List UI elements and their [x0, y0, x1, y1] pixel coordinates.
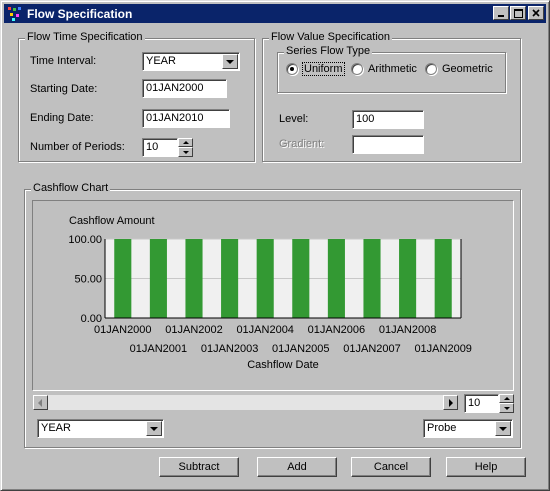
radio-uniform[interactable]: Uniform: [286, 62, 345, 76]
bar: [327, 239, 345, 318]
time-interval-value: YEAR: [146, 55, 176, 67]
cashflow-chart-legend: Cashflow Chart: [31, 182, 111, 194]
flow-value-specification-legend: Flow Value Specification: [269, 31, 393, 43]
app-icon: [8, 6, 21, 21]
level-field[interactable]: 100: [352, 110, 424, 129]
title-bar[interactable]: Flow Specification: [4, 4, 546, 23]
chart-mode-value: Probe: [427, 422, 457, 434]
x-tick-label: 01JAN2002: [165, 324, 223, 336]
periods-decrement-button[interactable]: [178, 147, 193, 157]
scroll-right-arrow-icon[interactable]: [443, 395, 458, 410]
zoom-decrement-button[interactable]: [499, 403, 514, 413]
radio-arithmetic-indicator[interactable]: [351, 63, 363, 75]
time-interval-select[interactable]: YEAR: [142, 52, 240, 71]
ending-date-label: Ending Date:: [30, 112, 94, 124]
scroll-left-arrow-icon[interactable]: [33, 395, 48, 410]
window-title: Flow Specification: [27, 6, 133, 21]
x-tick-label: 01JAN2000: [94, 324, 152, 336]
chart-interval-select[interactable]: YEAR: [37, 419, 164, 438]
radio-arithmetic-label: Arithmetic: [368, 63, 417, 75]
chart-zoom-stepper[interactable]: 10: [464, 394, 514, 413]
x-tick-label: 01JAN2004: [236, 324, 294, 336]
add-button[interactable]: Add: [257, 457, 337, 477]
radio-uniform-indicator[interactable]: [286, 63, 298, 75]
ending-date-field[interactable]: 01JAN2010: [142, 109, 230, 128]
number-of-periods-stepper[interactable]: 10: [142, 138, 193, 157]
cancel-button[interactable]: Cancel: [351, 457, 431, 477]
periods-increment-button[interactable]: [178, 138, 193, 147]
x-tick-label: 01JAN2008: [379, 324, 437, 336]
level-label: Level:: [279, 113, 309, 125]
starting-date-label: Starting Date:: [30, 83, 98, 95]
x-tick-label: 01JAN2006: [308, 324, 366, 336]
x-tick-label: 01JAN2003: [201, 343, 259, 355]
radio-geometric[interactable]: Geometric: [425, 63, 493, 75]
minimize-icon: [498, 15, 504, 17]
maximize-icon: [513, 8, 523, 18]
radio-geometric-label: Geometric: [442, 63, 493, 75]
series-flow-type-legend: Series Flow Type: [284, 45, 373, 57]
chart-horizontal-scrollbar[interactable]: [32, 394, 459, 411]
x-axis-label: Cashflow Date: [247, 359, 319, 371]
y-axis-label: Cashflow Amount: [69, 215, 155, 227]
chart-zoom-field[interactable]: 10: [464, 394, 499, 413]
radio-uniform-label: Uniform: [302, 62, 345, 76]
bar: [399, 239, 417, 318]
x-tick-label: 01JAN2009: [414, 343, 472, 355]
subtract-button[interactable]: Subtract: [159, 457, 239, 477]
flow-time-specification-legend: Flow Time Specification: [25, 31, 145, 43]
bar: [434, 239, 452, 318]
close-icon: [532, 9, 540, 17]
window-controls: [492, 6, 544, 20]
cashflow-chart-panel[interactable]: Cashflow Amount 0.00 50.00 100.00 01JAN2000 0…: [32, 200, 514, 391]
flow-specification-window: Flow Specification Flow Time Specificati…: [0, 0, 550, 491]
chart-interval-value: YEAR: [41, 422, 71, 434]
maximize-button[interactable]: [510, 6, 526, 20]
radio-arithmetic[interactable]: Arithmetic: [351, 63, 417, 75]
starting-date-field[interactable]: 01JAN2000: [142, 79, 227, 98]
zoom-spin-buttons: [499, 394, 514, 413]
gradient-field: [352, 135, 424, 154]
bar: [114, 239, 132, 318]
radio-geometric-indicator[interactable]: [425, 63, 437, 75]
chevron-down-icon[interactable]: [495, 421, 511, 436]
chevron-down-icon[interactable]: [222, 54, 238, 69]
gradient-label: Gradient:: [279, 138, 325, 150]
minimize-button[interactable]: [493, 6, 509, 20]
number-of-periods-field[interactable]: 10: [142, 138, 178, 157]
close-button[interactable]: [528, 6, 544, 20]
time-interval-label: Time Interval:: [30, 55, 97, 67]
zoom-increment-button[interactable]: [499, 394, 514, 403]
y-tick-label: 100.00: [68, 234, 102, 246]
chevron-down-icon[interactable]: [146, 421, 162, 436]
periods-spin-buttons: [178, 138, 193, 157]
bar: [221, 239, 239, 318]
bar: [292, 239, 310, 318]
cashflow-bar-chart[interactable]: Cashflow Amount0.0050.00100.0001JAN20000…: [33, 201, 513, 390]
number-of-periods-label: Number of Periods:: [30, 141, 125, 153]
x-tick-label: 01JAN2007: [343, 343, 401, 355]
bar: [149, 239, 167, 318]
bar: [185, 239, 203, 318]
x-tick-label: 01JAN2005: [272, 343, 330, 355]
bar: [256, 239, 274, 318]
y-tick-label: 50.00: [74, 274, 102, 286]
help-button[interactable]: Help: [446, 457, 526, 477]
x-tick-label: 01JAN2001: [130, 343, 188, 355]
chart-mode-select[interactable]: Probe: [423, 419, 513, 438]
bar: [363, 239, 381, 318]
